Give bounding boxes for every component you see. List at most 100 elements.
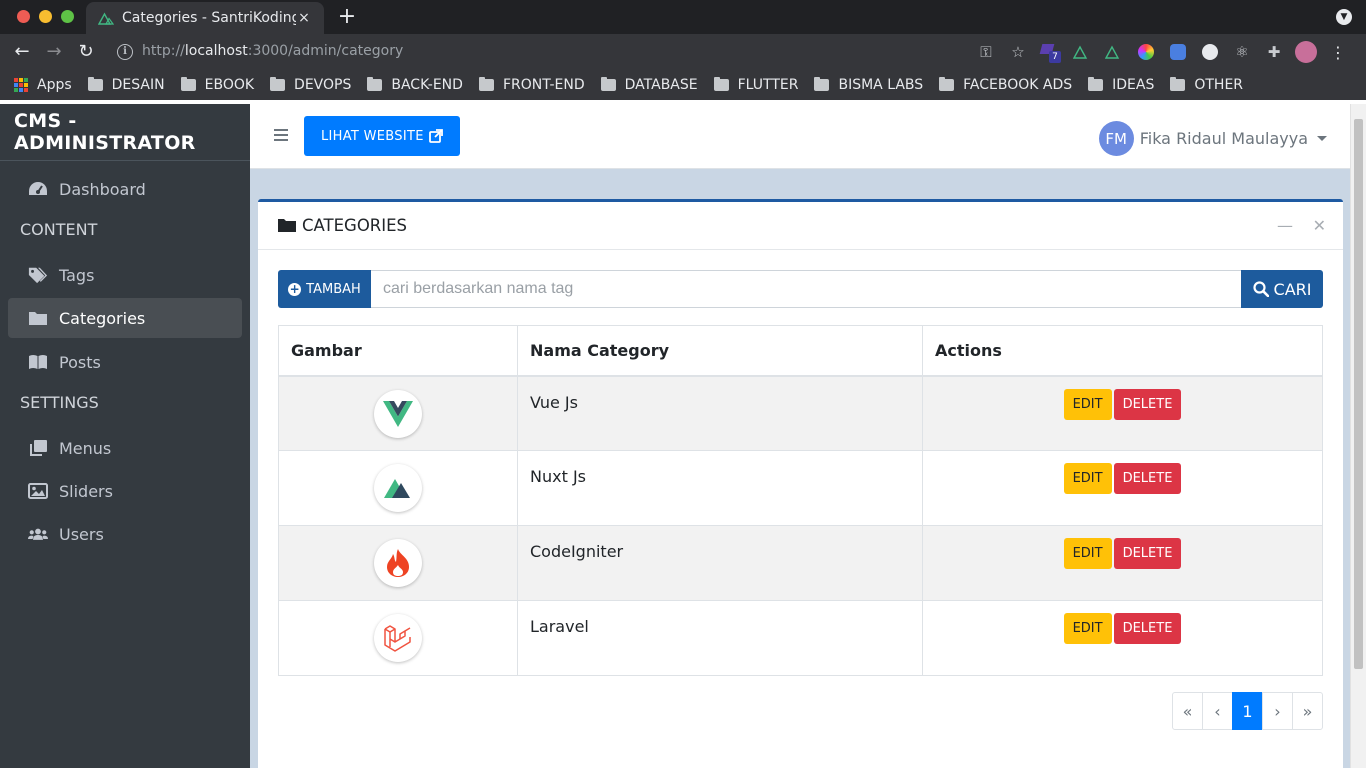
next-page-button[interactable]: ›	[1262, 692, 1293, 730]
folder-icon	[713, 77, 729, 91]
new-tab-button[interactable]: +	[336, 4, 358, 30]
admin-app: CMS - ADMINISTRATOR Dashboard CONTENT Ta…	[0, 104, 1366, 768]
google-translate-icon[interactable]	[1162, 41, 1194, 63]
bookmark-folder[interactable]: FLUTTER	[713, 77, 798, 93]
table-row: Nuxt Js EDIT DELETE	[278, 450, 1323, 526]
nuxt-logo	[374, 464, 422, 512]
search-button[interactable]: CARI	[1241, 270, 1323, 308]
page-1-button[interactable]: 1	[1232, 692, 1263, 730]
edit-button[interactable]: EDIT	[1063, 463, 1112, 494]
sidebar-item-menus[interactable]: Menus	[8, 428, 242, 468]
puzzle-extensions-icon[interactable]: ✚	[1258, 41, 1290, 63]
bookmarks-bar: Apps DESAIN EBOOK DEVOPS BACK-END FRONT-…	[0, 70, 1366, 100]
folder-icon	[600, 77, 616, 91]
close-icon[interactable]: ✕	[1313, 216, 1326, 235]
toolbar-icons: ⚿ ☆ 7 ⚛ ✚ ⋮	[970, 41, 1354, 63]
tab-close-icon[interactable]: ×	[296, 10, 312, 26]
browser-toolbar: ← → ↻ i http://localhost:3000/admin/cate…	[0, 34, 1366, 70]
sidebar-item-dashboard[interactable]: Dashboard	[8, 169, 242, 209]
minimize-window-button[interactable]	[39, 10, 52, 23]
edit-button[interactable]: EDIT	[1063, 538, 1112, 569]
category-name: Vue Js	[517, 375, 923, 451]
bookmark-folder[interactable]: OTHER	[1170, 77, 1243, 93]
bookmark-folder[interactable]: DESAIN	[87, 77, 165, 93]
nuxt-devtools-icon[interactable]	[1098, 41, 1130, 63]
folder-icon	[270, 77, 286, 91]
codeigniter-logo	[374, 539, 422, 587]
forward-arrow-icon[interactable]: →	[42, 40, 66, 64]
back-arrow-icon[interactable]: ←	[10, 40, 34, 64]
bookmark-folder[interactable]: BISMA LABS	[814, 77, 923, 93]
nuxt-favicon-icon	[98, 12, 114, 25]
first-page-button[interactable]: «	[1172, 692, 1203, 730]
last-page-button[interactable]: »	[1292, 692, 1323, 730]
tab-title: Categories - SantriKoding	[122, 10, 296, 26]
table-header-row: Gambar Nama Category Actions	[278, 325, 1323, 377]
bookmark-folder[interactable]: DEVOPS	[270, 77, 351, 93]
folder-icon	[278, 219, 296, 232]
extension-badge-icon[interactable]: 7	[1034, 41, 1066, 63]
categories-card: CATEGORIES — ✕ + TAMBAH CARI Gambar Nama…	[258, 199, 1343, 768]
browser-menu-icon[interactable]: ⋮	[1322, 41, 1354, 63]
column-header-gambar: Gambar	[278, 325, 518, 377]
circle-extension-icon[interactable]	[1194, 41, 1226, 63]
profile-avatar[interactable]	[1290, 41, 1322, 63]
folder-icon	[478, 77, 494, 91]
bookmark-folder[interactable]: IDEAS	[1088, 77, 1154, 93]
external-link-icon	[428, 129, 443, 143]
image-cell	[278, 450, 518, 526]
reload-icon[interactable]: ↻	[74, 40, 98, 64]
bookmark-apps[interactable]: Apps	[14, 77, 72, 93]
collapse-icon[interactable]: —	[1277, 216, 1293, 235]
hamburger-menu-icon[interactable]	[274, 129, 288, 141]
category-name: CodeIgniter	[517, 525, 923, 601]
image-icon	[28, 482, 48, 500]
close-window-button[interactable]	[17, 10, 30, 23]
browser-tab[interactable]: Categories - SantriKoding ×	[86, 2, 324, 34]
scrollbar-thumb[interactable]	[1354, 119, 1363, 669]
delete-button[interactable]: DELETE	[1113, 388, 1182, 420]
category-name: Nuxt Js	[517, 450, 923, 526]
edit-button[interactable]: EDIT	[1063, 388, 1112, 420]
pagination: « ‹ 1 › »	[1172, 692, 1323, 730]
sidebar: CMS - ADMINISTRATOR Dashboard CONTENT Ta…	[0, 104, 250, 768]
address-bar[interactable]: http://localhost:3000/admin/category	[142, 43, 403, 59]
site-info-icon[interactable]: i	[117, 44, 133, 60]
sidebar-item-users[interactable]: Users	[8, 514, 242, 554]
nuxt-extension-icon[interactable]	[1066, 41, 1098, 63]
sidebar-item-categories[interactable]: Categories	[8, 298, 242, 338]
bookmark-folder[interactable]: EBOOK	[180, 77, 254, 93]
actions-cell: EDIT DELETE	[922, 600, 1323, 676]
page-scrollbar[interactable]	[1350, 104, 1366, 768]
delete-button[interactable]: DELETE	[1113, 463, 1182, 494]
tab-search-icon[interactable]: ▼	[1336, 9, 1352, 25]
bookmark-folder[interactable]: FACEBOOK ADS	[939, 77, 1072, 93]
sidebar-item-posts[interactable]: Posts	[8, 342, 242, 382]
user-menu[interactable]: FM Fika Ridaul Maulayya	[1098, 121, 1327, 156]
table-row: Vue Js EDIT DELETE	[278, 375, 1323, 451]
sidebar-item-tags[interactable]: Tags	[8, 255, 242, 295]
view-website-button[interactable]: LIHAT WEBSITE	[304, 116, 460, 156]
bookmark-folder[interactable]: BACK-END	[367, 77, 463, 93]
card-title: CATEGORIES	[302, 216, 408, 235]
extension-badge-count: 7	[1049, 51, 1061, 63]
top-navbar: LIHAT WEBSITE FM Fika Ridaul Maulayya	[250, 104, 1350, 169]
previous-page-button[interactable]: ‹	[1202, 692, 1233, 730]
browser-tab-strip: Categories - SantriKoding × + ▼	[0, 0, 1366, 34]
add-category-button[interactable]: + TAMBAH	[278, 270, 371, 308]
avatar: FM	[1098, 121, 1134, 156]
search-input[interactable]	[371, 270, 1241, 308]
actions-cell: EDIT DELETE	[922, 375, 1323, 451]
delete-button[interactable]: DELETE	[1113, 613, 1182, 644]
react-devtools-icon[interactable]: ⚛	[1226, 41, 1258, 63]
edit-button[interactable]: EDIT	[1063, 613, 1112, 644]
color-picker-extension-icon[interactable]	[1130, 41, 1162, 63]
brand-title[interactable]: CMS - ADMINISTRATOR	[0, 104, 250, 161]
delete-button[interactable]: DELETE	[1113, 538, 1182, 569]
star-icon[interactable]: ☆	[1002, 41, 1034, 63]
sidebar-item-sliders[interactable]: Sliders	[8, 471, 242, 511]
maximize-window-button[interactable]	[61, 10, 74, 23]
bookmark-folder[interactable]: DATABASE	[600, 77, 698, 93]
bookmark-folder[interactable]: FRONT-END	[478, 77, 585, 93]
key-icon[interactable]: ⚿	[970, 41, 1002, 63]
